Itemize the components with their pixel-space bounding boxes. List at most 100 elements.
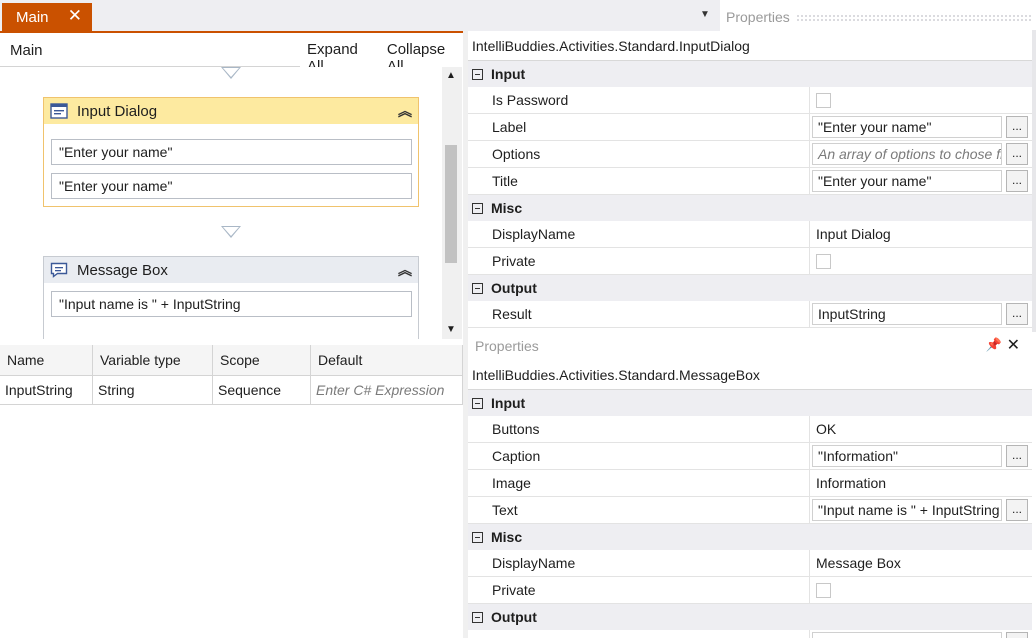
ellipsis-button[interactable]: ...: [1006, 116, 1028, 138]
properties-panel-title: Properties: [475, 338, 539, 354]
buttons-value[interactable]: OK: [810, 416, 1032, 442]
ellipsis-button[interactable]: ...: [1006, 499, 1028, 521]
flow-connector-icon: [221, 226, 241, 238]
property-row: Is Password: [468, 87, 1032, 114]
property-row: DisplayName Input Dialog: [468, 221, 1032, 248]
collapse-box-icon[interactable]: [472, 202, 483, 214]
category-misc[interactable]: Misc: [468, 195, 1032, 221]
category-label: Misc: [491, 200, 523, 216]
title-field[interactable]: "Enter your name": [51, 173, 412, 199]
message-box-activity[interactable]: Message Box ︽ "Input name is " + InputSt…: [43, 256, 419, 339]
property-label: DisplayName: [468, 221, 810, 247]
ellipsis-button[interactable]: ...: [1006, 445, 1028, 467]
property-row: Buttons OK: [468, 416, 1032, 443]
property-row: Private: [468, 248, 1032, 275]
caption-value-input[interactable]: "Information": [812, 445, 1002, 467]
column-header-scope[interactable]: Scope: [213, 345, 311, 376]
column-header-name[interactable]: Name: [0, 345, 93, 376]
display-name-value[interactable]: Message Box: [810, 550, 1032, 576]
display-name-value[interactable]: Input Dialog: [810, 221, 1032, 247]
category-label: Input: [491, 395, 526, 411]
property-row: OptionsAn array of options to chose from…: [468, 141, 1032, 168]
input-dialog-properties: IntelliBuddies.Activities.Standard.Input…: [468, 31, 1032, 332]
properties-type-title: IntelliBuddies.Activities.Standard.Messa…: [468, 360, 1032, 390]
label-value-input[interactable]: "Enter your name": [812, 116, 1002, 138]
panel-scrollbar[interactable]: [1032, 30, 1036, 332]
workflow-canvas[interactable]: Input Dialog ︽ "Enter your name" "Enter …: [0, 67, 445, 339]
property-row: Caption "Information"...: [468, 443, 1032, 470]
scrollbar-thumb[interactable]: [445, 145, 457, 263]
output-value-input[interactable]: [812, 632, 1002, 638]
property-label: Options: [468, 141, 810, 167]
property-label: Result: [468, 301, 810, 327]
tab-dropdown-icon[interactable]: ▼: [700, 9, 710, 20]
options-value-input[interactable]: An array of options to chose from: [812, 143, 1002, 165]
text-value-input[interactable]: "Input name is " + InputString: [812, 499, 1002, 521]
property-row: Label "Enter your name"...: [468, 114, 1032, 141]
scroll-down-icon[interactable]: ▼: [446, 324, 456, 335]
collapse-box-icon[interactable]: [472, 68, 483, 80]
private-checkbox[interactable]: [816, 253, 831, 269]
collapse-chevron-icon[interactable]: ︽: [398, 101, 412, 121]
collapse-chevron-icon[interactable]: ︽: [398, 260, 412, 280]
category-output[interactable]: Output: [468, 275, 1032, 301]
activity-title: Message Box: [77, 261, 168, 279]
ellipsis-button[interactable]: ...: [1006, 170, 1028, 192]
column-header-default[interactable]: Default: [311, 345, 463, 376]
collapse-box-icon[interactable]: [472, 282, 483, 294]
variables-grid: Name Variable type Scope Default InputSt…: [0, 345, 463, 405]
property-row: Text "Input name is " + InputString...: [468, 497, 1032, 524]
tab-main[interactable]: Main ✕: [2, 3, 92, 32]
collapse-box-icon[interactable]: [472, 611, 483, 623]
variable-scope-cell[interactable]: Sequence: [213, 376, 311, 405]
grip-icon[interactable]: [795, 13, 1032, 21]
message-box-properties: IntelliBuddies.Activities.Standard.Messa…: [468, 360, 1032, 638]
pin-icon[interactable]: 📌: [986, 337, 1002, 353]
category-label: Misc: [491, 529, 523, 545]
property-row: [468, 630, 1032, 638]
category-label: Output: [491, 280, 537, 296]
document-tab-strip: [0, 0, 720, 32]
canvas-scrollbar[interactable]: ▲ ▼: [442, 67, 462, 339]
activity-header[interactable]: Input Dialog ︽: [44, 98, 418, 124]
variable-type-cell[interactable]: String: [93, 376, 213, 405]
ellipsis-button[interactable]: [1006, 632, 1028, 638]
close-icon[interactable]: ✕: [1007, 335, 1020, 355]
property-label: Buttons: [468, 416, 810, 442]
activity-header[interactable]: Message Box ︽: [44, 257, 418, 283]
properties-type-title: IntelliBuddies.Activities.Standard.Input…: [468, 31, 1032, 61]
close-icon[interactable]: ✕: [68, 6, 82, 26]
collapse-box-icon[interactable]: [472, 397, 483, 409]
property-row: Image Information: [468, 470, 1032, 497]
property-row: Private: [468, 577, 1032, 604]
column-header-type[interactable]: Variable type: [93, 345, 213, 376]
label-field[interactable]: "Enter your name": [51, 139, 412, 165]
category-misc[interactable]: Misc: [468, 524, 1032, 550]
ellipsis-button[interactable]: ...: [1006, 303, 1028, 325]
property-label: Private: [468, 248, 810, 274]
category-input[interactable]: Input: [468, 61, 1032, 87]
variable-default-cell[interactable]: Enter C# Expression: [311, 376, 463, 405]
property-row: Result InputString...: [468, 301, 1032, 328]
image-value[interactable]: Information: [810, 470, 1032, 496]
text-field[interactable]: "Input name is " + InputString: [51, 291, 412, 317]
ellipsis-button[interactable]: ...: [1006, 143, 1028, 165]
property-label: Title: [468, 168, 810, 194]
input-dialog-activity[interactable]: Input Dialog ︽ "Enter your name" "Enter …: [43, 97, 419, 207]
tab-main-label: Main: [16, 9, 49, 26]
scroll-up-icon[interactable]: ▲: [446, 70, 456, 81]
breadcrumb[interactable]: Main: [10, 42, 43, 59]
properties-panel-title: Properties: [726, 9, 790, 25]
result-value-input[interactable]: InputString: [812, 303, 1002, 325]
property-label: Is Password: [468, 87, 810, 113]
category-label: Input: [491, 66, 526, 82]
collapse-box-icon[interactable]: [472, 531, 483, 543]
property-label: Caption: [468, 443, 810, 469]
variable-name-cell[interactable]: InputString: [0, 376, 93, 405]
property-label: [468, 630, 810, 638]
category-input[interactable]: Input: [468, 390, 1032, 416]
category-output[interactable]: Output: [468, 604, 1032, 630]
private-checkbox[interactable]: [816, 582, 831, 598]
title-value-input[interactable]: "Enter your name": [812, 170, 1002, 192]
is-password-checkbox[interactable]: [816, 92, 831, 108]
